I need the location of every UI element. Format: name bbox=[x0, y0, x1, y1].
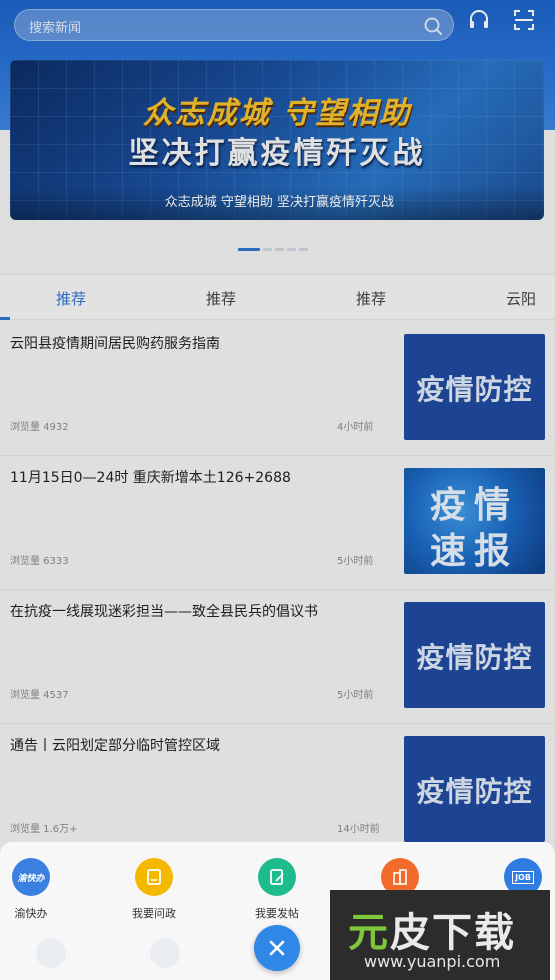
watermark-url: www.yuanpi.com bbox=[364, 952, 501, 971]
dim-overlay[interactable] bbox=[0, 0, 555, 980]
close-icon bbox=[269, 940, 285, 956]
action-post[interactable]: 我要发帖 bbox=[232, 858, 322, 921]
watermark: 元皮下载 www.yuanpi.com bbox=[330, 890, 550, 980]
tab-bar-ghost-icon bbox=[150, 938, 180, 968]
action-label: 我要发帖 bbox=[255, 907, 299, 920]
action-ask-government[interactable]: 我要问政 bbox=[109, 858, 199, 921]
yukuaiban-icon: 渝快办 bbox=[12, 858, 50, 896]
notepad-icon bbox=[135, 858, 173, 896]
action-label: 我要问政 bbox=[132, 907, 176, 920]
close-button[interactable] bbox=[254, 925, 300, 971]
action-yukuaiban[interactable]: 渝快办 渝快办 bbox=[0, 858, 76, 921]
edit-icon bbox=[258, 858, 296, 896]
action-label: 渝快办 bbox=[14, 907, 48, 920]
watermark-logo: 元皮下载 bbox=[348, 910, 516, 956]
tab-bar-ghost-icon bbox=[36, 938, 66, 968]
